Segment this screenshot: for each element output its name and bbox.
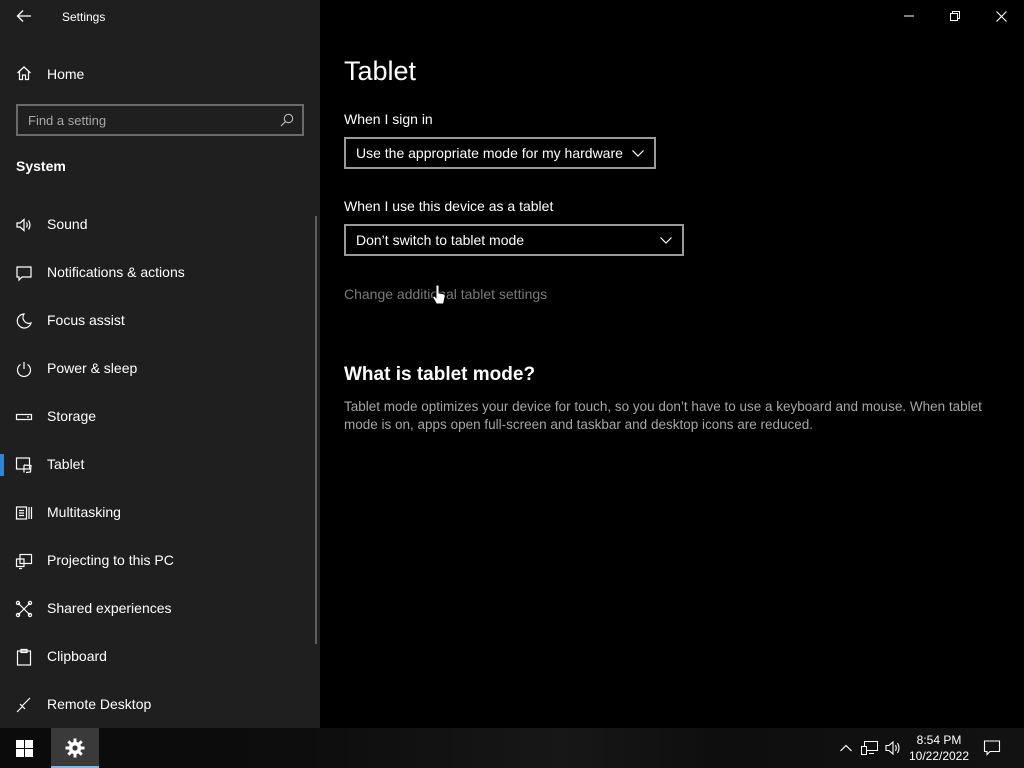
tablet-use-label: When I use this device as a tablet xyxy=(344,198,554,214)
chevron-down-icon xyxy=(632,150,644,157)
action-center-button[interactable] xyxy=(980,736,1004,760)
windows-logo-icon xyxy=(15,739,33,757)
sidebar-item-label: Storage xyxy=(47,408,97,424)
close-button[interactable] xyxy=(978,0,1024,32)
network-icon xyxy=(861,741,878,755)
multitasking-icon xyxy=(15,506,33,520)
volume-button[interactable] xyxy=(884,738,904,758)
sidebar-item-label: Power & sleep xyxy=(47,360,138,376)
chevron-up-icon xyxy=(840,744,852,752)
sidebar: Settings Home Find a setting System Soun… xyxy=(0,0,320,728)
tablet-icon xyxy=(15,457,32,474)
back-button[interactable] xyxy=(10,4,38,28)
sidebar-item-label: Projecting to this PC xyxy=(47,552,174,568)
what-is-tablet-mode-heading: What is tablet mode? xyxy=(344,364,536,385)
sidebar-item-label: Notifications & actions xyxy=(47,264,185,280)
restore-button[interactable] xyxy=(932,0,978,32)
back-arrow-icon xyxy=(16,10,31,22)
projector-icon xyxy=(15,553,33,570)
sidebar-item-multitasking[interactable]: Multitasking xyxy=(0,492,310,532)
hand-cursor-icon xyxy=(432,284,446,305)
network-button[interactable] xyxy=(860,738,880,758)
sidebar-item-label: Shared experiences xyxy=(47,600,172,616)
sidebar-item-label: Multitasking xyxy=(47,504,121,520)
clipboard-icon xyxy=(16,648,32,666)
message-icon xyxy=(16,266,32,282)
speaker-icon xyxy=(16,218,31,232)
selection-indicator xyxy=(0,454,4,476)
sidebar-item-notifications[interactable]: Notifications & actions xyxy=(0,252,310,292)
sidebar-item-storage[interactable]: Storage xyxy=(0,396,310,436)
sidebar-item-sound[interactable]: Sound xyxy=(0,204,310,244)
close-icon xyxy=(995,10,1007,22)
notification-icon xyxy=(983,740,1001,756)
minimize-icon xyxy=(904,15,914,17)
clock[interactable]: 8:54 PM 10/22/2022 xyxy=(904,732,974,764)
power-icon xyxy=(16,362,32,378)
settings-window: Settings Home Find a setting System Soun… xyxy=(0,0,1024,768)
sidebar-item-label: Home xyxy=(47,66,85,82)
home-icon xyxy=(17,66,31,81)
sidebar-item-label: Clipboard xyxy=(47,648,107,664)
show-hidden-icons-button[interactable] xyxy=(836,738,856,758)
sidebar-item-label: Remote Desktop xyxy=(47,696,152,712)
restore-icon xyxy=(950,11,960,21)
sidebar-item-shared-experiences[interactable]: Shared experiences xyxy=(0,588,310,628)
minimize-button[interactable] xyxy=(886,0,932,32)
storage-icon xyxy=(15,413,33,421)
search-input[interactable]: Find a setting xyxy=(16,104,304,136)
sign-in-mode-dropdown[interactable]: Use the appropriate mode for my hardware xyxy=(344,137,656,169)
remote-icon xyxy=(16,697,31,713)
gear-icon xyxy=(65,738,85,758)
tablet-use-dropdown[interactable]: Don’t switch to tablet mode xyxy=(344,224,684,256)
taskbar: 8:54 PM 10/22/2022 xyxy=(0,728,1024,768)
moon-icon xyxy=(16,313,32,329)
sidebar-item-label: Focus assist xyxy=(47,312,125,328)
search-placeholder: Find a setting xyxy=(28,113,107,128)
section-label: System xyxy=(16,158,66,174)
sign-in-label: When I sign in xyxy=(344,111,433,127)
sidebar-item-focus-assist[interactable]: Focus assist xyxy=(0,300,310,340)
search-icon xyxy=(280,113,294,127)
sidebar-item-tablet[interactable]: Tablet xyxy=(0,444,310,484)
sidebar-item-label: Sound xyxy=(47,216,88,232)
sidebar-item-remote-desktop[interactable]: Remote Desktop xyxy=(0,684,310,724)
clock-date: 10/22/2022 xyxy=(908,749,970,763)
sidebar-item-power-sleep[interactable]: Power & sleep xyxy=(0,348,310,388)
page-title: Tablet xyxy=(344,56,417,86)
sidebar-scrollbar[interactable] xyxy=(315,216,317,644)
sign-in-mode-value: Use the appropriate mode for my hardware xyxy=(356,145,623,161)
taskbar-settings-app[interactable] xyxy=(51,728,99,768)
start-button[interactable] xyxy=(0,728,48,768)
sidebar-item-label: Tablet xyxy=(47,456,85,472)
tablet-use-value: Don’t switch to tablet mode xyxy=(356,232,525,248)
sidebar-item-clipboard[interactable]: Clipboard xyxy=(0,636,310,676)
shared-icon xyxy=(15,600,33,618)
volume-icon xyxy=(885,740,900,756)
sidebar-item-projecting[interactable]: Projecting to this PC xyxy=(0,540,310,580)
sidebar-item-home[interactable]: Home xyxy=(0,58,320,88)
chevron-down-icon xyxy=(660,237,672,244)
clock-time: 8:54 PM xyxy=(916,733,962,747)
tablet-mode-description: Tablet mode optimizes your device for to… xyxy=(344,399,982,432)
app-title: Settings xyxy=(62,10,106,24)
